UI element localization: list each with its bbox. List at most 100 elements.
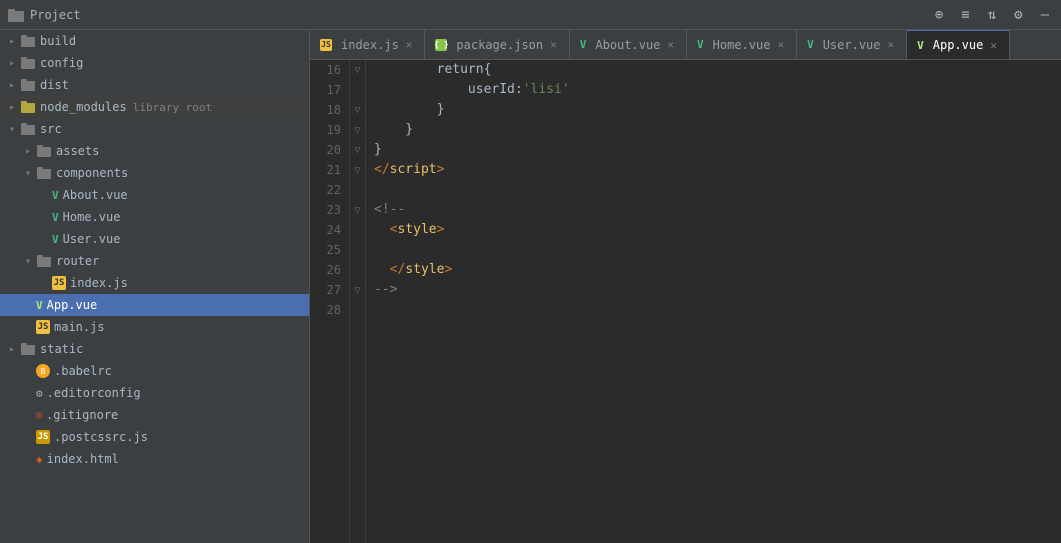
code-token: --> (374, 280, 397, 300)
fold-icon-17 (350, 80, 365, 100)
sidebar-item-postcssrc[interactable]: JS .postcssrc.js (0, 426, 309, 448)
fold-icon-18[interactable]: ▽ (350, 100, 365, 120)
tab-js-icon-1: JS (320, 39, 332, 51)
sidebar-item-config[interactable]: config (0, 52, 309, 74)
tab-label-user-vue: User.vue (823, 38, 881, 52)
code-token: return{ (374, 60, 491, 80)
sidebar-item-home-vue[interactable]: V Home.vue (0, 206, 309, 228)
code-token: } (374, 120, 413, 140)
tab-json-icon: { } (435, 39, 447, 51)
sidebar-item-src[interactable]: src (0, 118, 309, 140)
tree-arrow-assets (20, 143, 36, 159)
fold-icon-22 (350, 180, 365, 200)
tab-vue-icon-app: V (917, 39, 924, 52)
tab-vue-icon-user: V (807, 38, 814, 51)
tab-close-home-vue[interactable]: ✕ (775, 37, 786, 52)
sidebar-item-index-html[interactable]: ◈ index.html (0, 448, 309, 470)
project-folder-icon (8, 8, 24, 22)
sidebar-item-assets[interactable]: assets (0, 140, 309, 162)
settings-icon[interactable]: ⚙ (1010, 5, 1026, 25)
tab-close-index-js[interactable]: ✕ (404, 37, 415, 52)
label-gitignore: .gitignore (46, 408, 118, 422)
code-token: } (374, 100, 444, 120)
tab-vue-icon-home: V (697, 38, 704, 51)
tab-close-package-json[interactable]: ✕ (548, 37, 559, 52)
fold-icon-19[interactable]: ▽ (350, 120, 365, 140)
js-icon-router-index: JS (52, 276, 66, 290)
tab-close-about-vue[interactable]: ✕ (665, 37, 676, 52)
code-line-28 (374, 300, 1053, 320)
code-token: > (437, 220, 445, 240)
sidebar[interactable]: build config dist node_modules library (0, 30, 310, 543)
fold-icon-21[interactable]: ▽ (350, 160, 365, 180)
folder-icon-node-modules (20, 99, 36, 115)
sidebar-item-main-js[interactable]: JS main.js (0, 316, 309, 338)
code-line-23: <!-- (374, 200, 1053, 220)
filter-icon[interactable]: ⇅ (984, 5, 1000, 25)
code-content[interactable]: return{ userId:'lisi' } } (366, 60, 1061, 543)
js-icon-small-postcssrc: JS (36, 430, 50, 444)
sidebar-item-static[interactable]: static (0, 338, 309, 360)
fold-icon-20[interactable]: ▽ (350, 140, 365, 160)
main-layout: build config dist node_modules library (0, 30, 1061, 543)
sort-icon[interactable]: ≡ (957, 5, 973, 25)
fold-icon-23[interactable]: ▽ (350, 200, 365, 220)
tab-home-vue[interactable]: V Home.vue ✕ (687, 30, 797, 59)
vue-icon-home: V (52, 211, 59, 224)
html-icon-index: ◈ (36, 453, 43, 466)
js-icon-main: JS (36, 320, 50, 334)
sidebar-item-about-vue[interactable]: V About.vue (0, 184, 309, 206)
code-line-27: --> (374, 280, 1053, 300)
label-app-vue: App.vue (47, 298, 98, 312)
sidebar-item-node-modules[interactable]: node_modules library root (0, 96, 309, 118)
tab-close-app-vue[interactable]: ✕ (988, 38, 999, 53)
minimize-icon[interactable]: — (1037, 5, 1053, 25)
fold-icon-16[interactable]: ▽ (350, 60, 365, 80)
vue-icon-about: V (52, 189, 59, 202)
code-line-21: </script> (374, 160, 1053, 180)
sidebar-item-babelrc[interactable]: B .babelrc (0, 360, 309, 382)
tab-label-app-vue: App.vue (933, 38, 984, 52)
sidebar-item-user-vue[interactable]: V User.vue (0, 228, 309, 250)
sidebar-item-components[interactable]: components (0, 162, 309, 184)
sidebar-item-build[interactable]: build (0, 30, 309, 52)
label-components: components (56, 166, 128, 180)
add-icon[interactable]: ⊕ (931, 5, 947, 25)
fold-icon-27[interactable]: ▽ (350, 280, 365, 300)
code-token: } (374, 140, 382, 160)
sidebar-item-app-vue[interactable]: V App.vue (0, 294, 309, 316)
tab-label-index-js: index.js (341, 38, 399, 52)
tab-close-user-vue[interactable]: ✕ (886, 37, 897, 52)
folder-icon-assets (36, 143, 52, 159)
tab-about-vue[interactable]: V About.vue ✕ (570, 30, 687, 59)
tab-user-vue[interactable]: V User.vue ✕ (797, 30, 907, 59)
code-line-18: } (374, 100, 1053, 120)
fold-icon-26 (350, 260, 365, 280)
tab-label-about-vue: About.vue (595, 38, 660, 52)
tab-app-vue[interactable]: V App.vue ✕ (907, 30, 1010, 59)
label-home-vue: Home.vue (63, 210, 121, 224)
tab-package-json[interactable]: { } package.json ✕ (425, 30, 569, 59)
sidebar-item-editorconfig[interactable]: ⚙ .editorconfig (0, 382, 309, 404)
code-line-17: userId:'lisi' (374, 80, 1053, 100)
vue-icon-user: V (52, 233, 59, 246)
sidebar-item-router-index-js[interactable]: JS index.js (0, 272, 309, 294)
code-line-16: return{ (374, 60, 1053, 80)
line-numbers: 16 17 18 19 20 21 22 23 24 25 26 27 28 (310, 60, 350, 543)
babelrc-icon: B (36, 364, 50, 378)
editor-area: JS index.js ✕ { } package.json ✕ V About… (310, 30, 1061, 543)
git-icon-gitignore: ◎ (36, 410, 42, 421)
sidebar-item-dist[interactable]: dist (0, 74, 309, 96)
code-token-string: 'lisi' (523, 80, 570, 100)
code-line-26: </style> (374, 260, 1053, 280)
label-assets: assets (56, 144, 99, 158)
code-token: < (374, 220, 397, 240)
sidebar-item-router[interactable]: router (0, 250, 309, 272)
code-line-25 (374, 240, 1053, 260)
code-token: style (397, 220, 436, 240)
label-about-vue: About.vue (63, 188, 128, 202)
code-line-20: } (374, 140, 1053, 160)
code-token: </ (374, 160, 390, 180)
sidebar-item-gitignore[interactable]: ◎ .gitignore (0, 404, 309, 426)
tab-index-js[interactable]: JS index.js ✕ (310, 30, 425, 59)
